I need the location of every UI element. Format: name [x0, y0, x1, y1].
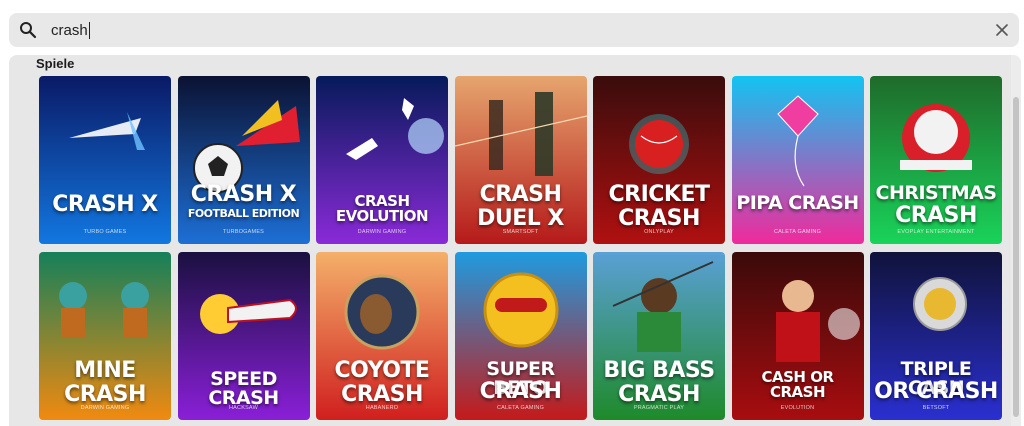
game-tile[interactable]: CRASH EVOLUTION DARWIN GAMING — [316, 76, 448, 244]
game-provider: TURBO GAMES — [83, 229, 127, 235]
game-title: CRASH X — [52, 192, 158, 217]
game-provider: ONLYPLAY — [644, 229, 674, 235]
game-tile[interactable]: SUPER BETO CRASH CALETA GAMING — [454, 252, 587, 420]
game-title: SPEED CRASH — [208, 368, 279, 409]
game-subtitle: CRASH — [341, 382, 423, 407]
game-title: CHRISTMAS — [875, 182, 998, 204]
game-tile[interactable]: TRIPLE CASH OR CRASH BETSOFT — [870, 252, 1002, 420]
search-bar[interactable] — [9, 13, 1019, 47]
game-artwork — [39, 76, 171, 244]
game-provider: EVOLUTION — [780, 405, 815, 411]
game-provider: TURBOGAMES — [222, 229, 265, 235]
game-tile[interactable]: CRICKET CRASH ONLYPLAY — [593, 76, 725, 244]
search-results-panel: Spiele CRASH X TURBO GAMES CRASH X FOOTBAL… — [9, 55, 1021, 426]
game-provider: SMARTSOFT — [502, 229, 539, 235]
game-subtitle: CRASH — [479, 379, 562, 404]
game-provider: DARWIN GAMING — [357, 229, 407, 235]
game-provider: CALETA GAMING — [496, 405, 545, 411]
game-subtitle: OR CRASH — [874, 379, 998, 404]
game-tile[interactable]: CRASH X TURBO GAMES — [39, 76, 171, 244]
game-provider: PRAGMATIC PLAY — [633, 405, 685, 411]
game-title: MINE — [74, 358, 136, 383]
game-tile[interactable]: CRASH DUEL X SMARTSOFT — [454, 76, 587, 244]
game-title: CRICKET — [608, 182, 711, 207]
text-cursor — [89, 22, 90, 39]
close-icon[interactable] — [994, 22, 1010, 38]
game-subtitle: CRASH — [64, 382, 146, 407]
game-tile[interactable]: BIG BASS CRASH PRAGMATIC PLAY — [593, 252, 725, 420]
game-title: COYOTE — [334, 358, 430, 383]
game-tile[interactable]: MINE CRASH DARWIN GAMING — [39, 252, 171, 420]
game-provider: HABANERO — [365, 405, 399, 411]
game-tile[interactable]: CRASH X FOOTBALL EDITION TURBOGAMES — [177, 76, 310, 244]
game-provider: HACKSAW — [228, 405, 258, 411]
scrollbar[interactable] — [1011, 55, 1021, 426]
game-title: CASH OR CRASH — [761, 368, 835, 401]
search-input[interactable] — [51, 19, 951, 41]
game-artwork — [731, 76, 864, 244]
game-tile[interactable]: PIPA CRASH CALETA GAMING — [731, 76, 864, 244]
game-provider: BETSOFT — [922, 405, 950, 411]
game-provider: EVOPLAY ENTERTAINMENT — [897, 229, 975, 235]
game-subtitle: CRASH — [618, 382, 700, 407]
game-title: CRASH X — [190, 182, 297, 207]
game-tile[interactable]: COYOTE CRASH HABANERO — [316, 252, 448, 420]
game-title: CRASH — [479, 182, 562, 207]
game-title: CRASH EVOLUTION — [335, 192, 429, 225]
game-title: BIG BASS — [603, 358, 715, 383]
game-provider: DARWIN GAMING — [80, 405, 130, 411]
scrollbar-thumb[interactable] — [1013, 97, 1019, 417]
game-subtitle: CRASH — [895, 203, 977, 228]
search-icon — [20, 22, 37, 39]
game-tile[interactable]: CASH OR CRASH EVOLUTION — [731, 252, 864, 420]
game-subtitle: FOOTBALL EDITION — [187, 207, 300, 220]
section-title: Spiele — [36, 56, 75, 71]
game-subtitle: DUEL X — [477, 206, 564, 231]
game-title: PIPA CRASH — [736, 192, 859, 214]
game-provider: CALETA GAMING — [773, 229, 822, 235]
game-tile[interactable]: SPEED CRASH HACKSAW — [177, 252, 310, 420]
game-subtitle: CRASH — [618, 206, 700, 231]
game-tile[interactable]: CHRISTMAS CRASH EVOPLAY ENTERTAINMENT — [870, 76, 1002, 244]
